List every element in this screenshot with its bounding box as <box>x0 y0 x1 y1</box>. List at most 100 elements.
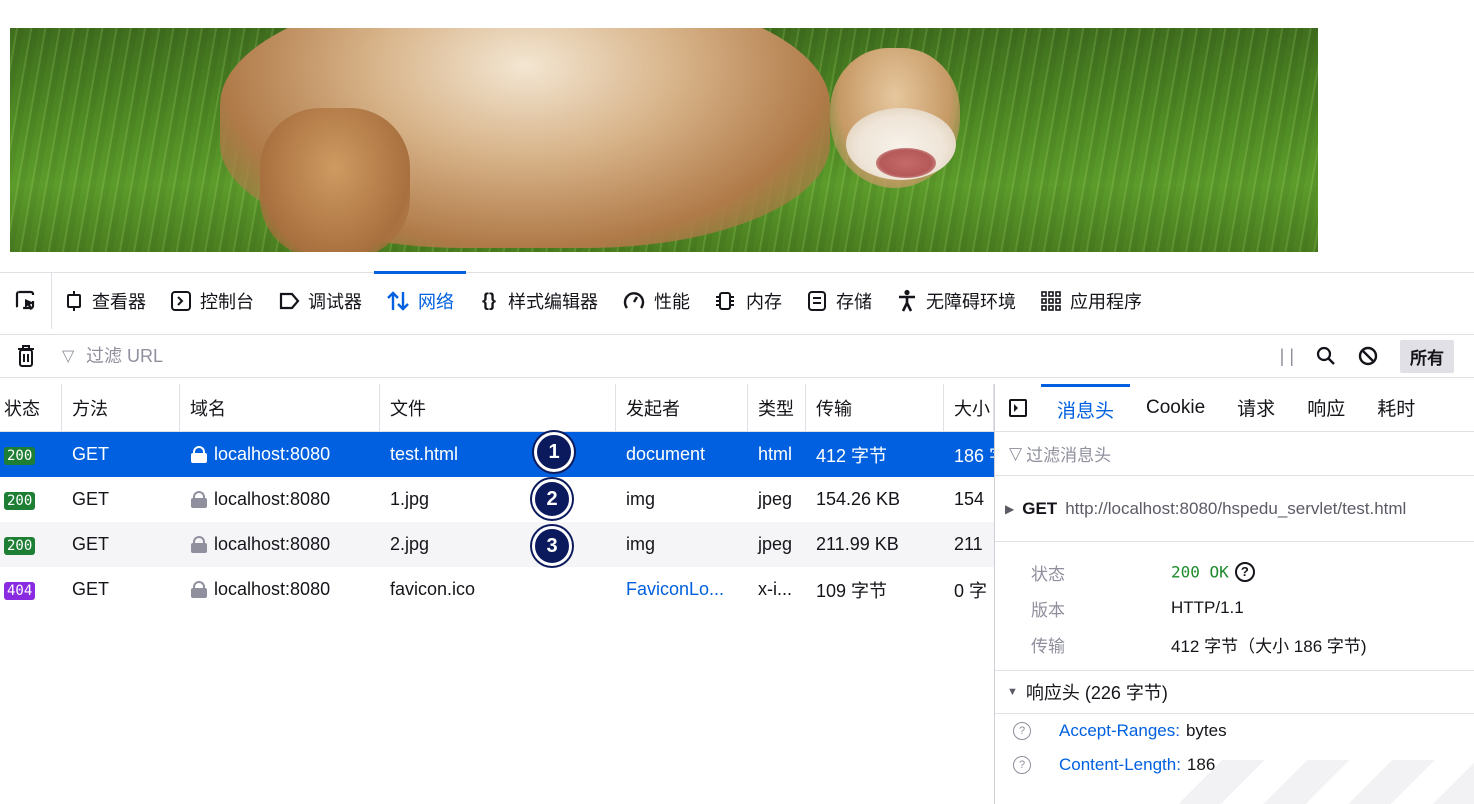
pause-icon[interactable]: | | <box>1280 346 1294 367</box>
request-table: 状态 方法 域名 文件 发起者 类型 传输 大小 200 GET localho… <box>0 383 994 612</box>
tab-label: 网络 <box>418 291 454 312</box>
network-filter-bar: ▽ | | 所有 <box>0 334 1474 378</box>
status-label: 状态 <box>1031 564 1065 584</box>
file-cell: test.html <box>390 444 459 464</box>
details-tabs: 消息头 Cookie 请求 响应 耗时 <box>995 384 1474 432</box>
request-summary[interactable]: ▶ GET http://localhost:8080/hspedu_servl… <box>995 476 1474 542</box>
accessibility-icon <box>899 289 915 312</box>
tab-headers[interactable]: 消息头 <box>1041 384 1131 432</box>
tab-label: 存储 <box>836 291 872 312</box>
tab-request[interactable]: 请求 <box>1221 384 1291 432</box>
column-header[interactable]: 文件 <box>380 383 616 432</box>
response-headers-section[interactable]: ▼ 响应头 (226 字节) <box>995 670 1474 714</box>
toggle-sidebar-button[interactable] <box>995 398 1041 418</box>
collapse-triangle-icon: ▼ <box>1007 686 1018 698</box>
column-header[interactable]: 传输 <box>806 383 944 432</box>
size-cell: 186 字节 <box>954 445 994 466</box>
status-badge: 404 <box>4 582 36 600</box>
status-cell: 200 <box>0 534 62 555</box>
tab-storage[interactable]: 存储 <box>794 273 884 329</box>
tab-label: 调试器 <box>308 291 362 312</box>
annotation-marker-1: 1 <box>534 432 574 472</box>
method-cell: GET <box>72 489 110 509</box>
clear-button[interactable] <box>0 344 52 368</box>
help-icon[interactable]: ? <box>1013 722 1031 740</box>
transfer-label: 传输 <box>1031 636 1065 656</box>
column-header[interactable]: 状态 <box>0 383 62 432</box>
filter-funnel-icon: ▽ <box>1009 443 1023 463</box>
lock-icon <box>190 446 208 463</box>
column-header[interactable]: 大小 <box>944 383 994 432</box>
domain-cell: localhost:8080 <box>180 579 380 600</box>
column-header[interactable]: 类型 <box>748 383 806 432</box>
tab-label: 样式编辑器 <box>508 291 598 312</box>
version-row: 版本 HTTP/1.1 <box>995 590 1474 626</box>
help-icon[interactable]: ? <box>1234 561 1255 582</box>
header-value: bytes <box>1185 721 1227 740</box>
filter-url-input[interactable] <box>52 340 1192 372</box>
domain-text: localhost:8080 <box>214 444 331 464</box>
tab-inspector[interactable]: 查看器 <box>52 273 158 329</box>
tab-label: 控制台 <box>200 291 254 312</box>
domain-cell: localhost:8080 <box>180 444 380 465</box>
lock-icon <box>190 536 208 553</box>
file-cell: favicon.ico <box>390 579 476 599</box>
initiator-cell: document <box>626 444 706 464</box>
help-icon[interactable]: ? <box>1013 756 1031 774</box>
storage-icon <box>808 290 826 311</box>
search-icon[interactable] <box>1316 346 1336 366</box>
content-image <box>10 28 1318 252</box>
lock-icon <box>190 491 208 508</box>
element-picker-button[interactable] <box>0 272 52 329</box>
initiator-cell: img <box>626 489 656 509</box>
size-cell: 154 <box>954 489 985 509</box>
header-name: Accept-Ranges: <box>1059 721 1180 740</box>
annotation-marker-2: 2 <box>532 479 572 519</box>
column-header[interactable]: 方法 <box>62 383 180 432</box>
annotation-marker-3: 3 <box>532 526 572 566</box>
block-icon[interactable] <box>1358 346 1378 366</box>
status-badge: 200 <box>4 447 36 465</box>
transferred-cell: 109 字节 <box>816 580 888 601</box>
trash-icon <box>18 345 34 367</box>
table-row[interactable]: 404 GET localhost:8080 favicon.ico Favic… <box>0 567 994 612</box>
filter-all-button[interactable]: 所有 <box>1400 339 1454 373</box>
request-details-panel: 消息头 Cookie 请求 响应 耗时 ▽ 过滤消息头 ▶ GET http:/… <box>994 384 1474 804</box>
memory-icon <box>716 291 734 310</box>
style-editor-icon: {} <box>481 290 496 310</box>
column-header[interactable]: 发起者 <box>616 383 748 432</box>
tab-timings[interactable]: 耗时 <box>1361 384 1431 432</box>
tab-style-editor[interactable]: {} 样式编辑器 <box>466 273 610 329</box>
element-picker-icon <box>15 290 34 310</box>
size-cell: 211 <box>954 534 983 554</box>
headers-filter[interactable]: ▽ 过滤消息头 <box>995 432 1474 476</box>
table-row[interactable]: 200 GET localhost:8080 1.jpg img jpeg 15… <box>0 477 994 522</box>
tab-cookie[interactable]: Cookie <box>1130 384 1221 432</box>
tab-network[interactable]: 网络 <box>374 271 466 327</box>
column-header[interactable]: 域名 <box>180 383 380 432</box>
performance-icon <box>623 291 645 309</box>
status-badge: 200 <box>4 537 36 555</box>
type-cell: jpeg <box>758 534 793 554</box>
tab-performance[interactable]: 性能 <box>610 273 702 329</box>
tab-memory[interactable]: 内存 <box>702 273 794 329</box>
domain-cell: localhost:8080 <box>180 489 380 510</box>
response-headers-title: 响应头 (226 字节) <box>1025 683 1168 703</box>
inspector-icon <box>67 290 81 311</box>
tab-accessibility[interactable]: 无障碍环境 <box>884 273 1028 329</box>
domain-cell: localhost:8080 <box>180 534 380 555</box>
file-cell: 2.jpg <box>390 534 430 554</box>
network-icon <box>387 290 409 311</box>
initiator-link[interactable]: FaviconLo... <box>616 579 748 600</box>
table-row[interactable]: 200 GET localhost:8080 test.html documen… <box>0 432 994 477</box>
tab-label: 查看器 <box>92 291 146 312</box>
method-cell: GET <box>72 444 110 464</box>
table-header: 状态 方法 域名 文件 发起者 类型 传输 大小 <box>0 383 994 432</box>
tab-response[interactable]: 响应 <box>1291 384 1361 432</box>
tab-console[interactable]: 控制台 <box>158 273 266 329</box>
tab-application[interactable]: 应用程序 <box>1028 273 1154 329</box>
size-cell: 0 字 <box>954 580 988 601</box>
type-cell: html <box>758 444 793 464</box>
table-row[interactable]: 200 GET localhost:8080 2.jpg img jpeg 21… <box>0 522 994 567</box>
tab-debugger[interactable]: 调试器 <box>266 273 374 329</box>
